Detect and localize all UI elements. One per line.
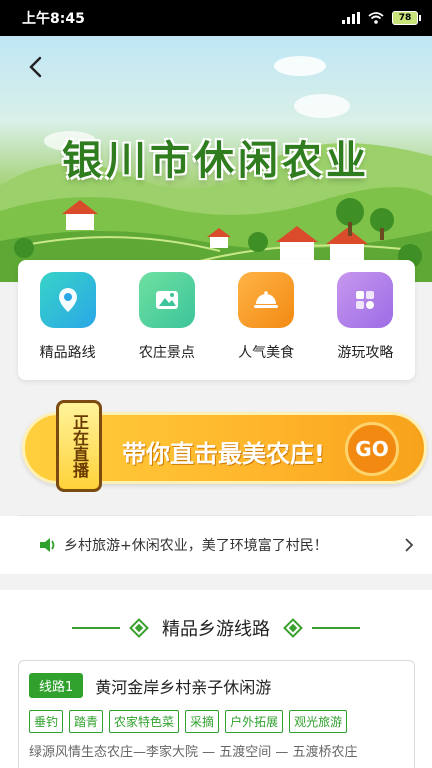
route-description: 绿源风情生态农庄—李家大院 — 五渡空间 — 五渡桥农庄: [29, 745, 358, 760]
route-tag: 农家特色菜: [109, 710, 180, 733]
section-header: 精品乡游线路: [0, 614, 432, 642]
quick-icon-box: [39, 272, 96, 328]
quick-label: 人气美食: [238, 345, 295, 361]
notice-bar[interactable]: 乡村旅游+休闲农业，美了环境富了村民！: [0, 516, 432, 574]
guide-icon: [356, 291, 375, 309]
landscape-icon: [155, 291, 178, 309]
quick-icon-box: [138, 272, 195, 328]
route-tag: 户外拓展: [225, 710, 284, 733]
diamond-icon: [129, 618, 149, 638]
live-banner[interactable]: 正在直播 带你直击最美农庄! GO: [22, 400, 427, 496]
battery-icon: 78: [392, 11, 421, 25]
divider: [72, 627, 120, 629]
back-button[interactable]: [20, 52, 50, 82]
quick-item-scenic[interactable]: 农庄景点: [122, 272, 212, 362]
banner-title: 银川市休闲农业: [62, 137, 370, 184]
diamond-icon: [283, 618, 303, 638]
route-tags: 垂钓 踏青 农家特色菜 采摘 户外拓展 观光旅游: [29, 710, 404, 733]
section-title: 精品乡游线路: [162, 619, 270, 640]
route-header: 线路1 黄河金岸乡村亲子休闲游: [29, 673, 404, 698]
route-tag: 垂钓: [29, 710, 64, 733]
quick-icon-box: [337, 272, 394, 328]
quick-item-guide[interactable]: 游玩攻略: [320, 272, 410, 362]
quick-label: 精品路线: [39, 345, 96, 361]
go-label: GO: [355, 437, 389, 461]
quick-menu: 精品路线 农庄景点 人气美食 游玩攻略: [18, 260, 415, 380]
route-name: 黄河金岸乡村亲子休闲游: [95, 677, 272, 697]
hero-banner: 银川市休闲农业: [0, 36, 432, 282]
go-button[interactable]: GO: [345, 422, 399, 476]
divider: [312, 627, 360, 629]
quick-label: 农庄景点: [138, 345, 195, 361]
quick-label: 游玩攻略: [337, 345, 394, 361]
status-icons: 78: [342, 11, 421, 25]
chevron-right-icon: [405, 538, 414, 552]
route-card[interactable]: 线路1 黄河金岸乡村亲子休闲游 垂钓 踏青 农家特色菜 采摘 户外拓展 观光旅游…: [18, 660, 415, 768]
quick-item-routes[interactable]: 精品路线: [23, 272, 113, 362]
notice-text: 乡村旅游+休闲农业，美了环境富了村民！: [64, 538, 328, 554]
speaker-icon: [40, 538, 55, 552]
status-time: 上午8:45: [22, 11, 85, 27]
battery-level: 78: [398, 13, 412, 23]
live-badge-text: 正在直播: [70, 414, 89, 478]
route-tag: 踏青: [69, 710, 104, 733]
food-dish-icon: [254, 291, 279, 308]
route-badge: 线路1: [29, 673, 84, 698]
routes-section: 精品乡游线路 线路1 黄河金岸乡村亲子休闲游 垂钓 踏青 农家特色菜 采摘 户外…: [0, 590, 432, 768]
live-badge: 正在直播: [56, 400, 102, 492]
quick-item-food[interactable]: 人气美食: [221, 272, 311, 362]
route-tag: 采摘: [185, 710, 220, 733]
quick-icon-box: [238, 272, 295, 328]
chevron-left-icon: [29, 56, 42, 78]
signal-icon: [342, 12, 360, 24]
wifi-icon: [368, 12, 384, 24]
live-banner-text: 带你直击最美农庄!: [122, 440, 325, 468]
route-tag: 观光旅游: [289, 710, 348, 733]
map-pin-icon: [58, 288, 77, 312]
status-bar: 上午8:45 78: [0, 0, 432, 36]
